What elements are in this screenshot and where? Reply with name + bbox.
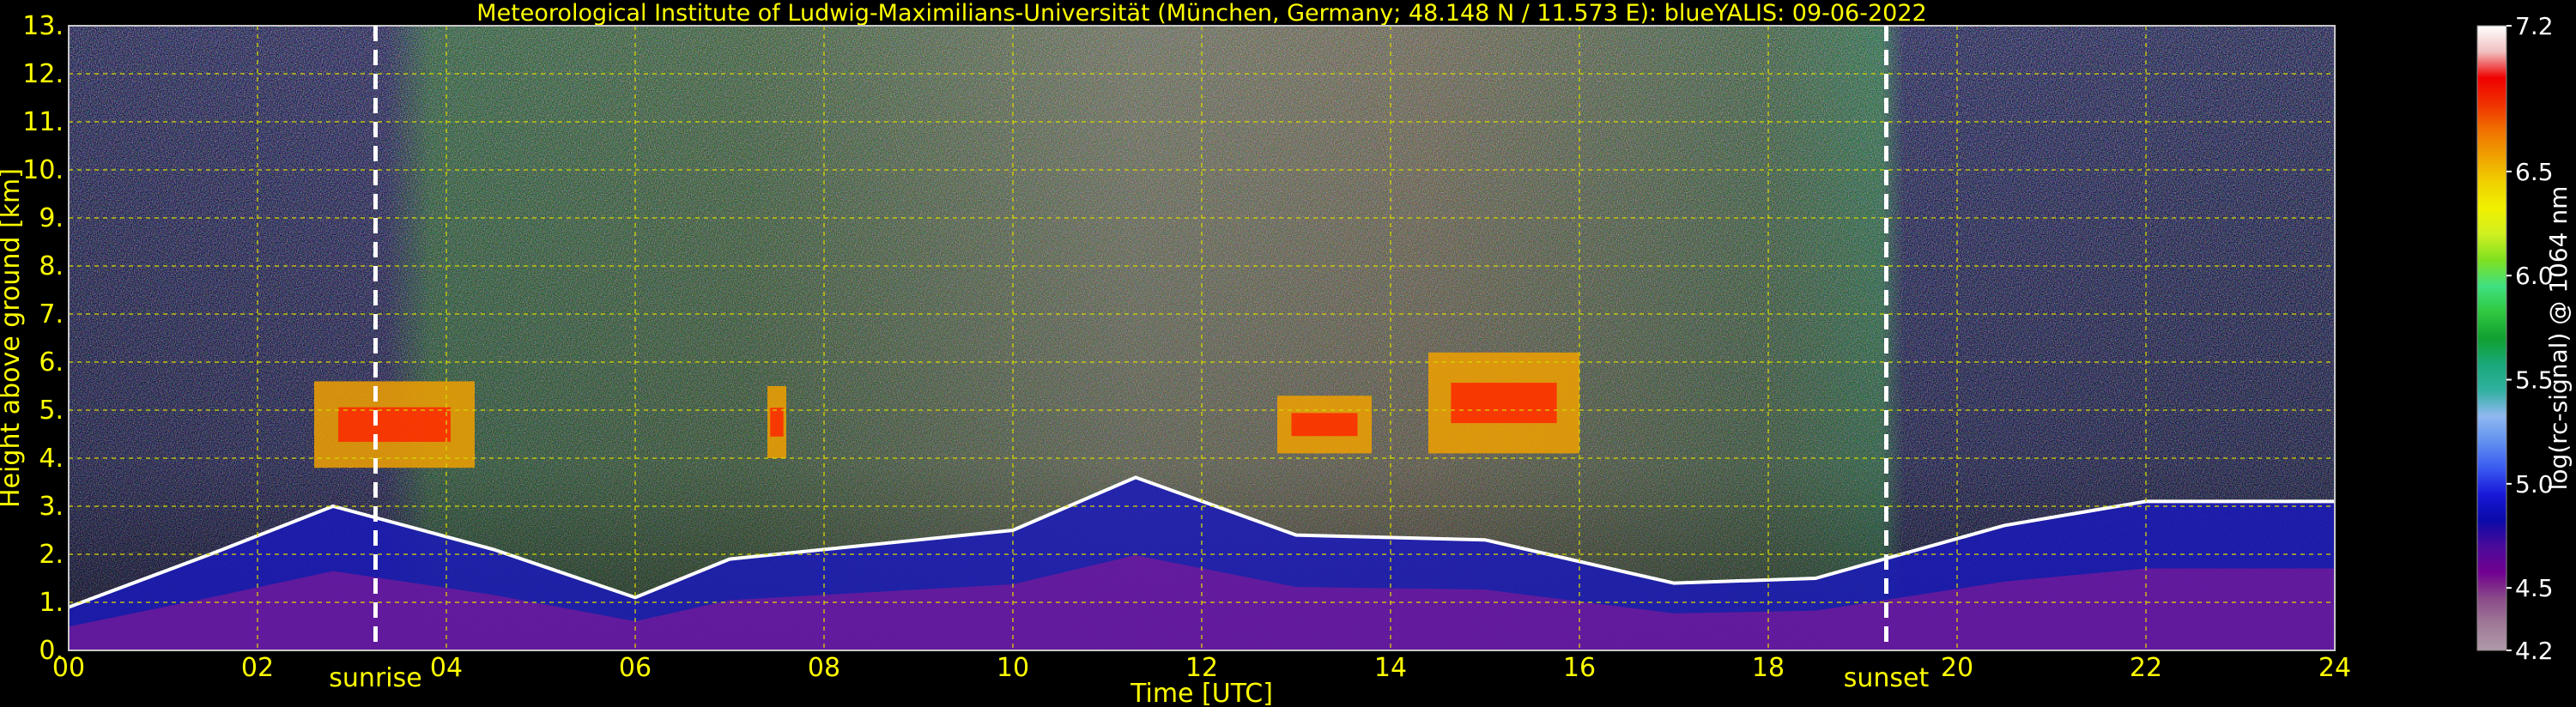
- cloud-layer-core: [770, 408, 784, 437]
- x-tick-label: 06: [619, 653, 652, 683]
- x-tick-label: 04: [430, 653, 463, 683]
- lidar-quicklook-chart: Meteorological Institute of Ludwig-Maxim…: [0, 0, 2573, 707]
- y-tick-label: 8.: [39, 251, 64, 281]
- x-tick-label: 02: [241, 653, 274, 683]
- colorbar-label: log(rc-signal) @ 1064 nm: [2544, 186, 2573, 491]
- y-tick-label: 10.: [22, 155, 64, 185]
- y-axis-label: Height above ground [km]: [0, 168, 26, 508]
- cloud-layer-core: [1291, 413, 1358, 437]
- y-tick-label: 13.: [22, 11, 64, 41]
- x-tick-label: 00: [52, 653, 85, 683]
- cloud-layer-core: [338, 407, 451, 442]
- x-tick-label: 20: [1941, 653, 1973, 683]
- colorbar-tick-label: 7.2: [2515, 12, 2554, 40]
- y-tick-label: 5.: [39, 396, 64, 426]
- x-tick-label: 24: [2318, 653, 2351, 683]
- y-tick-label: 7.: [39, 299, 64, 329]
- y-tick-label: 12.: [22, 59, 64, 89]
- y-tick-label: 6.: [39, 347, 64, 378]
- x-tick-label: 08: [808, 653, 840, 683]
- colorbar-tick-label: 6.5: [2515, 158, 2554, 186]
- colorbar-strip: [2476, 25, 2507, 651]
- x-axis-label: Time [UTC]: [1130, 679, 1273, 707]
- colorbar-tick-label: 4.5: [2515, 574, 2554, 602]
- chart-title: Meteorological Institute of Ludwig-Maxim…: [476, 0, 1926, 27]
- y-axis-ticks: 0.1.2.3.4.5.6.7.8.9.10.11.12.13.: [22, 11, 64, 666]
- colorbar-tick-label: 4.2: [2515, 637, 2554, 665]
- y-tick-label: 3.: [39, 492, 64, 522]
- colorbar: 7.26.56.05.55.04.54.2 log(rc-signal) @ 1…: [2476, 12, 2573, 665]
- y-tick-label: 9.: [39, 203, 64, 233]
- x-tick-label: 18: [1752, 653, 1785, 683]
- cloud-layer-core: [1451, 383, 1557, 424]
- y-tick-label: 1.: [39, 588, 64, 618]
- x-tick-label: 22: [2130, 653, 2162, 683]
- x-tick-label: 16: [1563, 653, 1596, 683]
- event-label-sunrise: sunrise: [329, 663, 421, 693]
- x-tick-label: 10: [997, 653, 1029, 683]
- y-tick-label: 4.: [39, 444, 64, 474]
- y-tick-label: 11.: [22, 107, 64, 137]
- event-label-sunset: sunset: [1844, 663, 1930, 693]
- y-tick-label: 2.: [39, 540, 64, 570]
- x-tick-label: 14: [1374, 653, 1407, 683]
